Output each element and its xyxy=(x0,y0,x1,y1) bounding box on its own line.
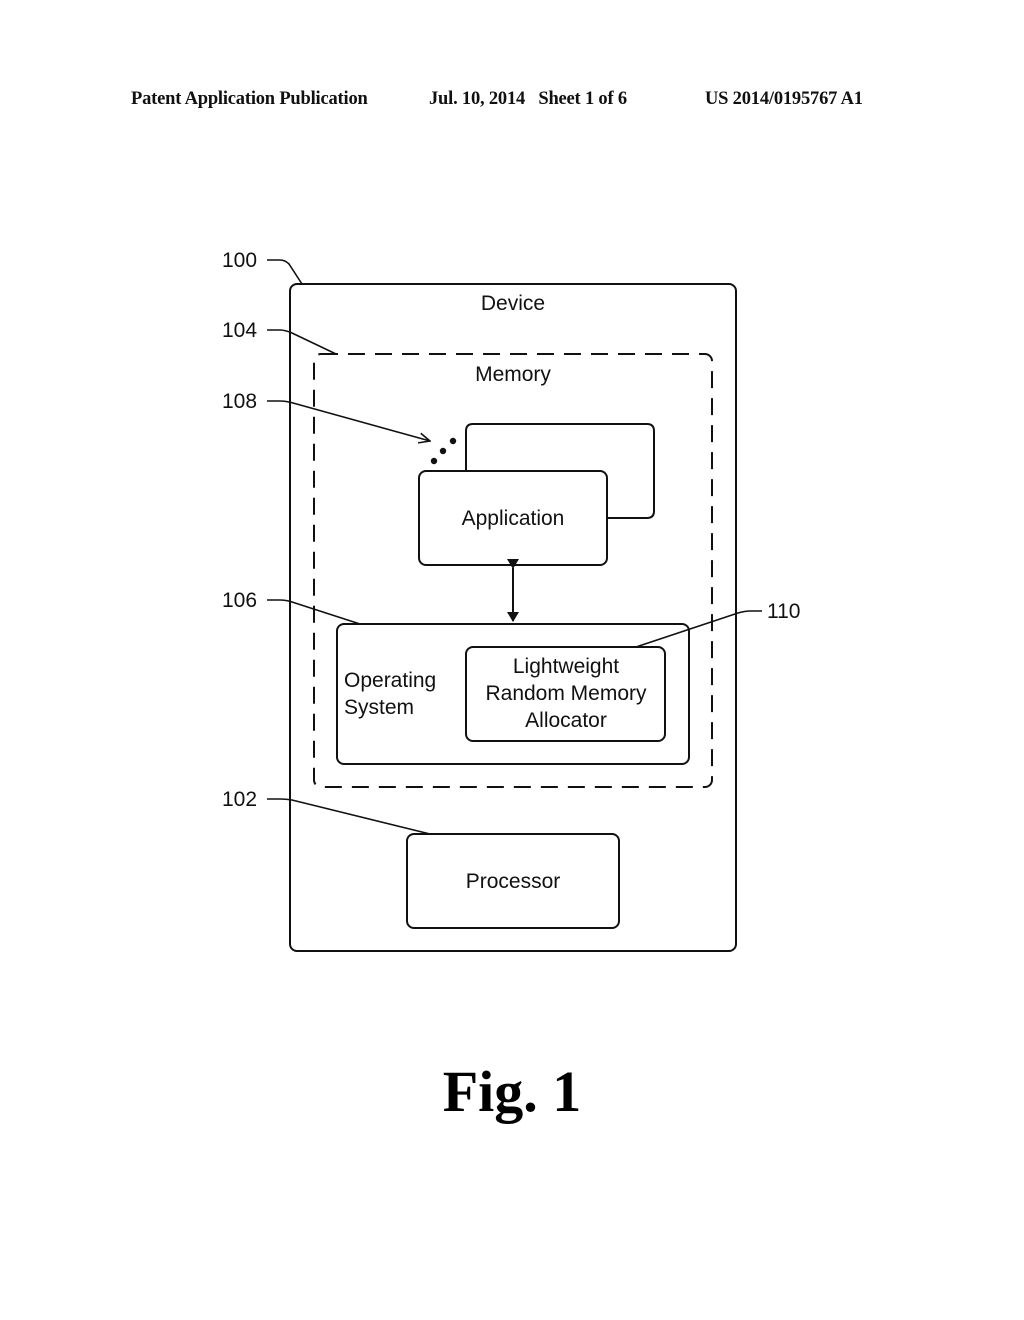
allocator-label-line3: Allocator xyxy=(525,709,607,732)
ellipsis-dot xyxy=(449,437,457,445)
ref-104: 104 xyxy=(222,319,257,342)
os-label-line2: System xyxy=(344,696,414,719)
leader-line-110 xyxy=(635,610,762,648)
allocator-label-line2: Random Memory xyxy=(485,682,647,705)
memory-label: Memory xyxy=(475,363,551,386)
leader-arrow-108 xyxy=(267,400,430,441)
ref-108: 108 xyxy=(222,390,257,413)
leader-line-100 xyxy=(267,259,303,285)
processor-label: Processor xyxy=(466,870,561,893)
leader-line-102 xyxy=(267,798,431,835)
ellipsis-dot xyxy=(439,447,447,455)
allocator-label-line1: Lightweight xyxy=(513,655,619,678)
figure-label: Fig. 1 xyxy=(442,1059,582,1124)
os-label-line1: Operating xyxy=(344,669,436,692)
leader-line-104 xyxy=(267,329,337,355)
ref-100: 100 xyxy=(222,249,257,272)
ref-106: 106 xyxy=(222,589,257,612)
device-label: Device xyxy=(481,292,545,315)
ellipsis-dot xyxy=(430,457,438,465)
ref-102: 102 xyxy=(222,788,257,811)
ref-110: 110 xyxy=(767,600,800,623)
application-label: Application xyxy=(462,507,565,530)
